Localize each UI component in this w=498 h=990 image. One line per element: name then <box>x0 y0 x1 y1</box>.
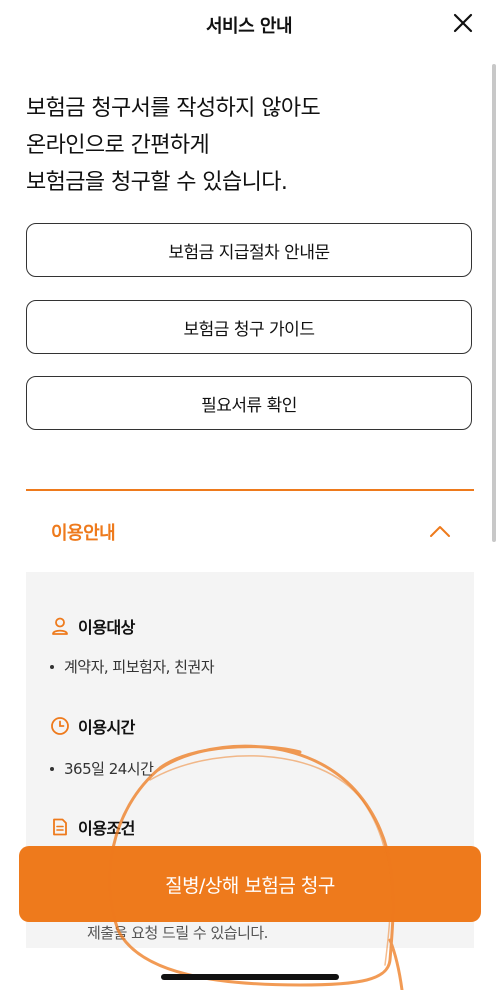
chevron-up-icon <box>430 526 450 537</box>
claim-submit-button[interactable]: 질병/상해 보험금 청구 <box>19 846 481 922</box>
section-title: 이용조건 <box>78 819 135 838</box>
intro-line: 보험금 청구서를 작성하지 않아도 <box>26 96 321 121</box>
list-item: 365일 24시간 <box>50 758 154 779</box>
procedure-guide-button[interactable]: 보험금 지급절차 안내문 <box>26 223 472 277</box>
usage-info-accordion-header[interactable]: 이용안내 <box>26 492 474 570</box>
close-button[interactable] <box>448 8 478 38</box>
claim-guide-button[interactable]: 보험금 청구 가이드 <box>26 300 472 354</box>
accordion-title: 이용안내 <box>51 523 116 544</box>
section-target: 이용대상 <box>50 615 135 637</box>
section-time: 이용시간 <box>50 715 135 737</box>
intro-line: 보험금을 청구할 수 있습니다. <box>26 170 288 195</box>
home-indicator <box>161 974 339 980</box>
condition-note: 제출을 요청 드릴 수 있습니다. <box>87 924 268 942</box>
list-item-text: 365일 24시간 <box>64 760 154 778</box>
section-title: 이용시간 <box>78 718 135 737</box>
intro-text: 보험금 청구서를 작성하지 않아도 온라인으로 간편하게 보험금을 청구할 수 … <box>26 90 466 201</box>
scrollbar[interactable] <box>492 64 496 542</box>
required-documents-button[interactable]: 필요서류 확인 <box>26 376 472 430</box>
document-icon <box>53 818 67 836</box>
intro-line: 온라인으로 간편하게 <box>26 133 210 158</box>
section-condition: 이용조건 <box>50 816 135 838</box>
list-item: 계약자, 피보험자, 친권자 <box>50 656 215 677</box>
header: 서비스 안내 <box>0 0 498 48</box>
clock-icon <box>51 717 69 735</box>
page-title: 서비스 안내 <box>205 16 293 37</box>
section-title: 이용대상 <box>78 618 135 637</box>
close-icon[interactable] <box>448 8 478 38</box>
section-divider <box>26 489 474 491</box>
person-icon <box>52 617 68 635</box>
list-item-text: 계약자, 피보험자, 친권자 <box>64 658 215 676</box>
